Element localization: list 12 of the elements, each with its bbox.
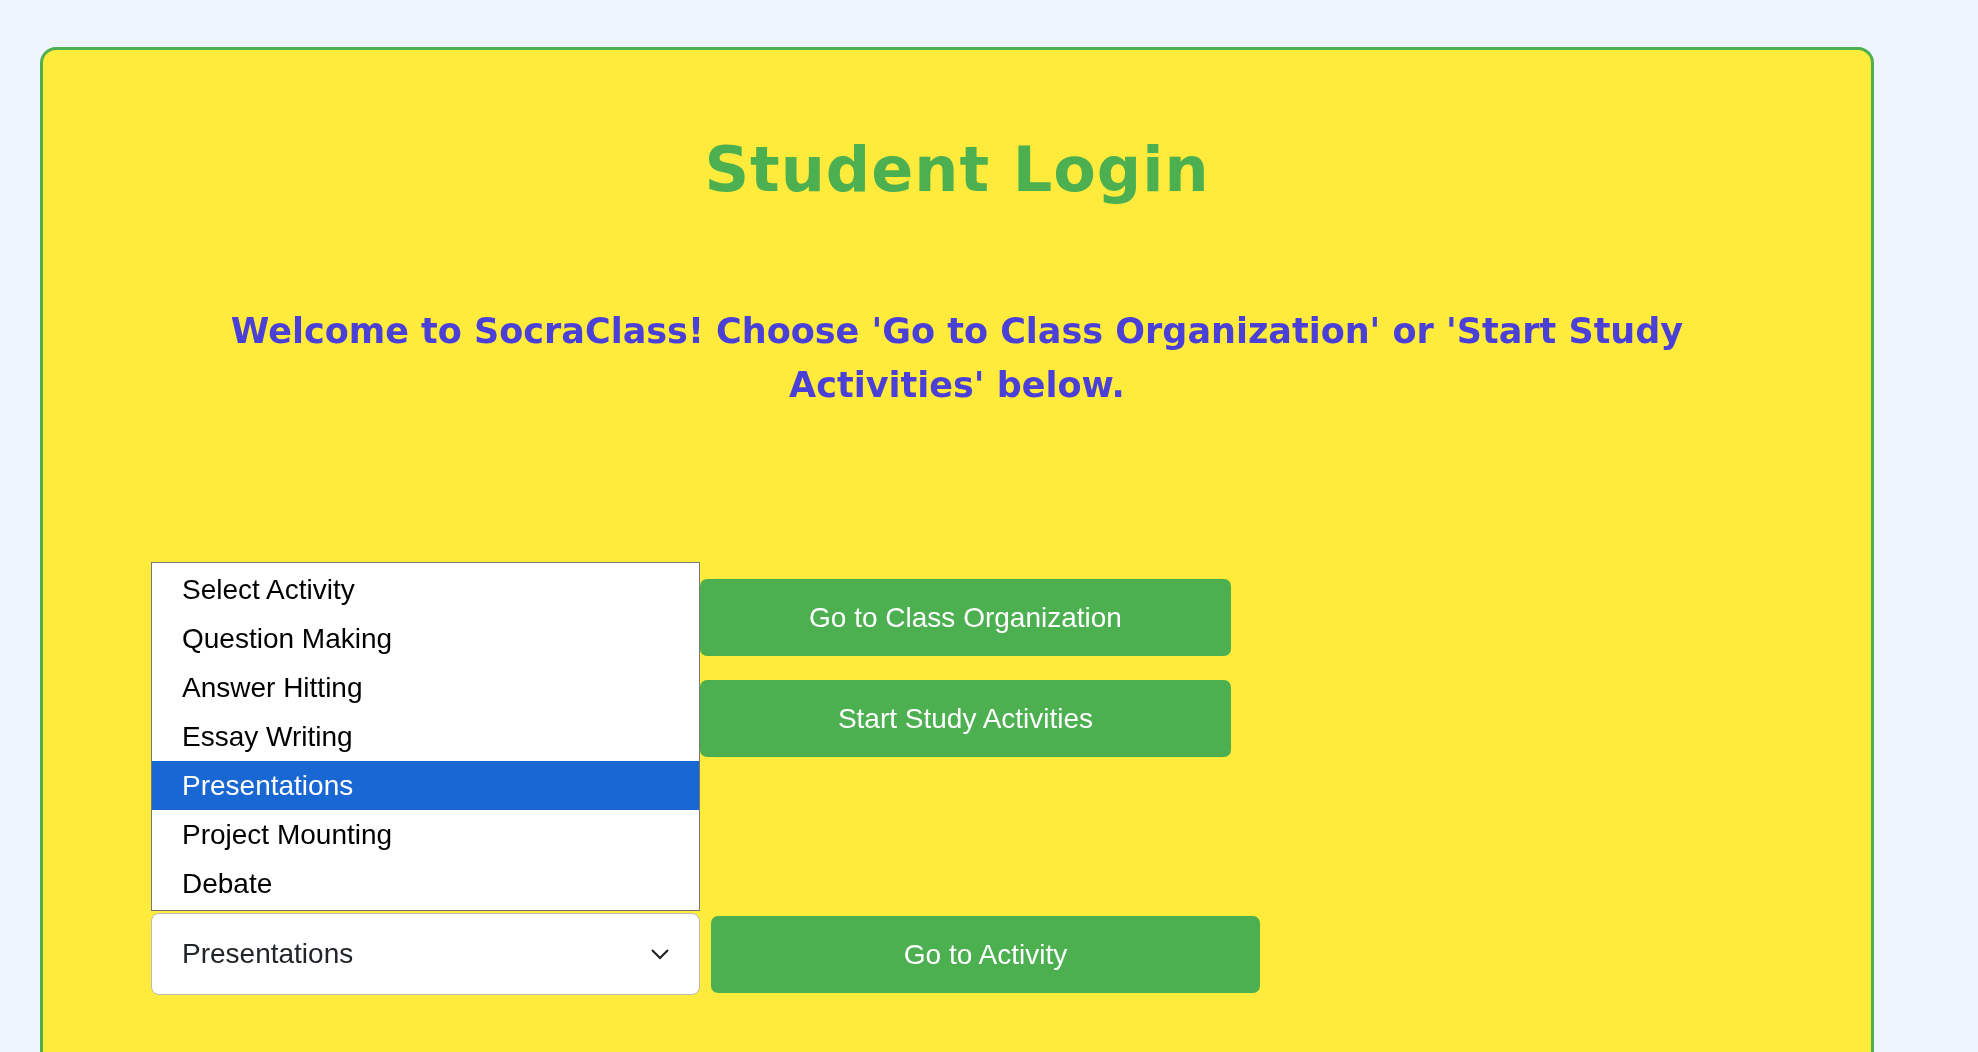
dropdown-option[interactable]: Debate bbox=[152, 859, 699, 909]
activity-select[interactable]: Presentations bbox=[151, 913, 700, 996]
dropdown-option[interactable]: Select Activity bbox=[152, 565, 699, 615]
dropdown-option[interactable]: Question Making bbox=[152, 614, 699, 664]
chevron-down-icon bbox=[651, 948, 669, 960]
welcome-message: Welcome to SocraClass! Choose 'Go to Class Organization' or 'Start Study Activities' below. bbox=[229, 310, 1685, 408]
dropdown-option[interactable]: Presentations bbox=[152, 761, 699, 811]
dropdown-option[interactable]: Project Mounting bbox=[152, 810, 699, 860]
dropdown-option[interactable]: Essay Writing bbox=[152, 712, 699, 762]
page-title: Student Login bbox=[703, 136, 1211, 205]
select-value: Presentations bbox=[182, 937, 354, 972]
dropdown-option[interactable]: Answer Hitting bbox=[152, 663, 699, 713]
